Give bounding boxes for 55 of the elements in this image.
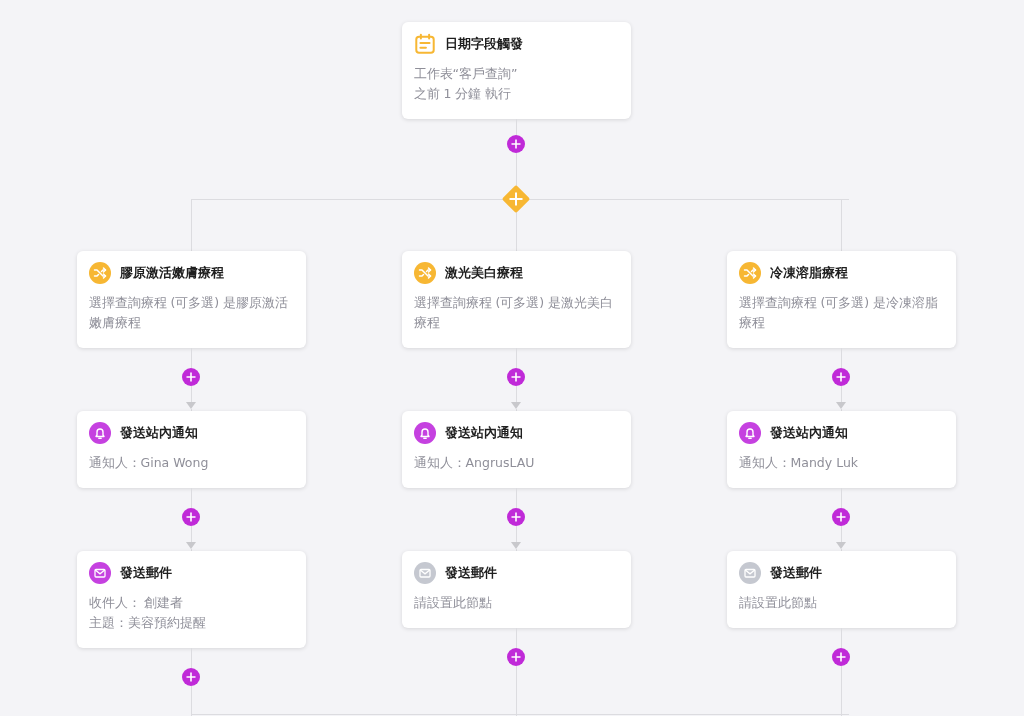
node-detail: 選擇查詢療程 (可多選) 是激光美白療程 (413, 294, 615, 332)
condition-card[interactable]: 激光美白療程 選擇查詢療程 (可多選) 是激光美白療程 (401, 251, 631, 348)
add-step-button[interactable] (832, 508, 850, 526)
node-title: 發送郵件 (119, 564, 172, 582)
arrow-head-icon (186, 542, 196, 549)
node-detail: 請設置此節點 (413, 594, 493, 612)
node-title: 日期字段觸發 (444, 35, 523, 53)
node-detail: 通知人：AngrusLAU (413, 454, 536, 472)
node-detail: 選擇查詢療程 (可多選) 是膠原激活嫩膚療程 (88, 294, 290, 332)
node-title: 發送郵件 (444, 564, 497, 582)
node-title: 發送站內通知 (444, 424, 523, 442)
shuffle-icon (738, 262, 761, 284)
node-title: 發送站內通知 (119, 424, 198, 442)
calendar-icon (413, 33, 436, 55)
arrow-head-icon (186, 402, 196, 409)
node-detail: 之前 1 分鐘 執行 (413, 85, 513, 103)
add-step-button[interactable] (507, 508, 525, 526)
arrow-head-icon (511, 542, 521, 549)
add-step-button[interactable] (507, 135, 525, 153)
node-title: 冷凍溶脂療程 (769, 264, 848, 282)
shuffle-icon (88, 262, 111, 284)
node-detail: 工作表“客戶查詢” (413, 65, 519, 83)
add-step-button[interactable] (182, 368, 200, 386)
node-detail: 選擇查詢療程 (可多選) 是冷凍溶脂療程 (738, 294, 940, 332)
node-title: 發送郵件 (769, 564, 822, 582)
condition-card[interactable]: 冷凍溶脂療程 選擇查詢療程 (可多選) 是冷凍溶脂療程 (726, 251, 956, 348)
node-detail: 收件人： 創建者 (88, 594, 185, 612)
node-title: 膠原激活嫩膚療程 (119, 264, 224, 282)
node-title: 激光美白療程 (444, 264, 523, 282)
add-step-button[interactable] (182, 508, 200, 526)
email-card[interactable]: 發送郵件 請設置此節點 (401, 551, 631, 628)
add-step-button[interactable] (182, 668, 200, 686)
email-card[interactable]: 發送郵件 請設置此節點 (726, 551, 956, 628)
node-detail: 通知人：Gina Wong (88, 454, 210, 472)
node-detail: 通知人：Mandy Luk (738, 454, 860, 472)
add-step-button[interactable] (507, 648, 525, 666)
shuffle-icon (413, 262, 436, 284)
add-step-button[interactable] (507, 368, 525, 386)
node-title: 發送站內通知 (769, 424, 848, 442)
email-card[interactable]: 發送郵件 收件人： 創建者 主題：美容預約提醒 (76, 551, 306, 648)
condition-card[interactable]: 膠原激活嫩膚療程 選擇查詢療程 (可多選) 是膠原激活嫩膚療程 (76, 251, 306, 348)
arrow-head-icon (511, 402, 521, 409)
notification-card[interactable]: 發送站內通知 通知人：Gina Wong (76, 411, 306, 488)
trigger-card[interactable]: 日期字段觸發 工作表“客戶查詢” 之前 1 分鐘 執行 (401, 22, 631, 119)
bell-icon (738, 422, 761, 444)
node-detail: 請設置此節點 (738, 594, 818, 612)
bell-icon (88, 422, 111, 444)
notification-card[interactable]: 發送站內通知 通知人：Mandy Luk (726, 411, 956, 488)
bell-icon (413, 422, 436, 444)
node-detail: 主題：美容預約提醒 (88, 614, 207, 632)
notification-card[interactable]: 發送站內通知 通知人：AngrusLAU (401, 411, 631, 488)
add-step-button[interactable] (832, 368, 850, 386)
arrow-head-icon (836, 402, 846, 409)
add-step-button[interactable] (832, 648, 850, 666)
arrow-head-icon (836, 542, 846, 549)
